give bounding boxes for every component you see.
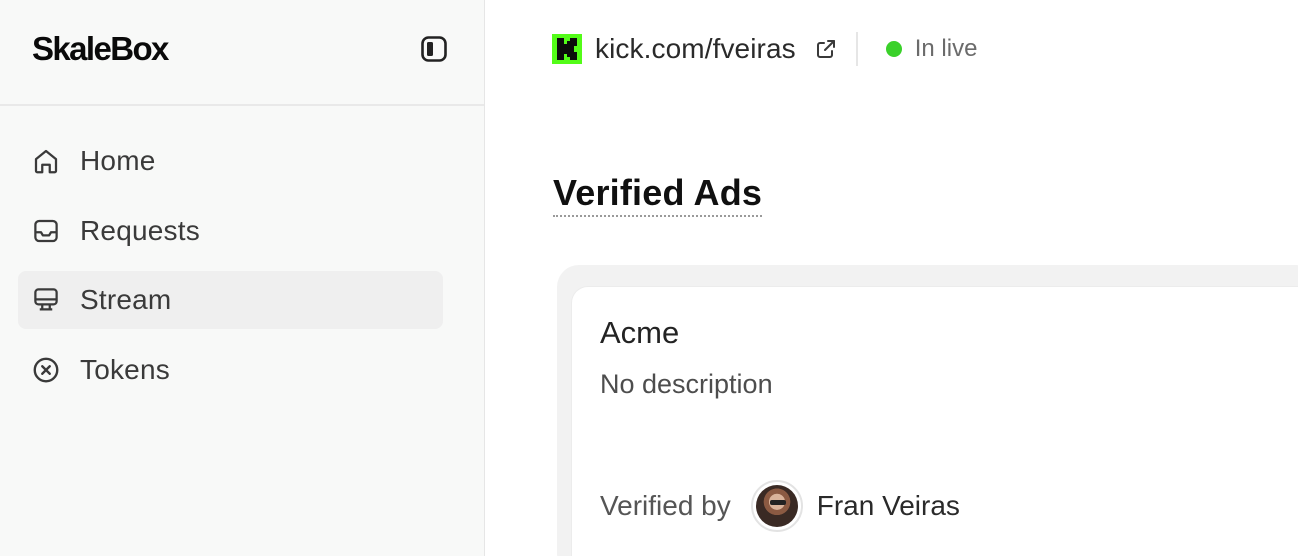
sidebar-nav: Home Requests Stream Tokens [0, 106, 484, 399]
inbox-icon [30, 215, 62, 247]
sidebar-item-tokens[interactable]: Tokens [18, 341, 443, 399]
monitor-icon [30, 284, 62, 316]
verified-by-row: Verified by Fran Veiras [600, 478, 960, 534]
ad-name: Acme [600, 315, 680, 350]
sidebar-item-requests[interactable]: Requests [18, 202, 443, 260]
avatar-image [755, 485, 798, 527]
sidebar: SkaleBox Home Requests Stream Tokens [0, 0, 485, 556]
verified-by-label: Verified by [600, 490, 731, 521]
sidebar-item-stream[interactable]: Stream [18, 271, 443, 329]
brand-logo[interactable]: SkaleBox [32, 30, 169, 68]
live-status-text: In live [914, 35, 978, 62]
sidebar-item-label: Stream [80, 284, 172, 315]
sidebar-item-home[interactable]: Home [18, 132, 443, 190]
sidebar-item-label: Home [80, 145, 156, 176]
live-status-dot [885, 41, 902, 57]
avatar [750, 480, 803, 532]
sidebar-item-label: Requests [80, 214, 200, 246]
kick-logo-icon [552, 34, 582, 64]
header-divider [855, 32, 858, 66]
sidebar-toggle-icon [421, 36, 447, 62]
app: SkaleBox Home Requests Stream Tokens kic… [0, 0, 1298, 556]
sidebar-toggle-button[interactable] [420, 35, 448, 63]
home-icon [30, 145, 62, 177]
ad-card[interactable]: Acme No description Verified by Fran Vei… [572, 287, 1298, 556]
sidebar-header: SkaleBox [0, 0, 484, 106]
x-circle-icon [30, 354, 62, 386]
verifier-name: Fran Veiras [816, 490, 960, 521]
section-title[interactable]: Verified Ads [553, 172, 763, 217]
channel-header: kick.com/fveiras In live [552, 32, 977, 66]
sidebar-item-label: Tokens [80, 353, 170, 385]
main-content: kick.com/fveiras In live Verified Ads Ac… [485, 0, 1298, 556]
external-link-icon[interactable] [814, 36, 840, 62]
channel-link[interactable]: kick.com/fveiras [595, 33, 796, 65]
ad-description: No description [600, 369, 773, 399]
